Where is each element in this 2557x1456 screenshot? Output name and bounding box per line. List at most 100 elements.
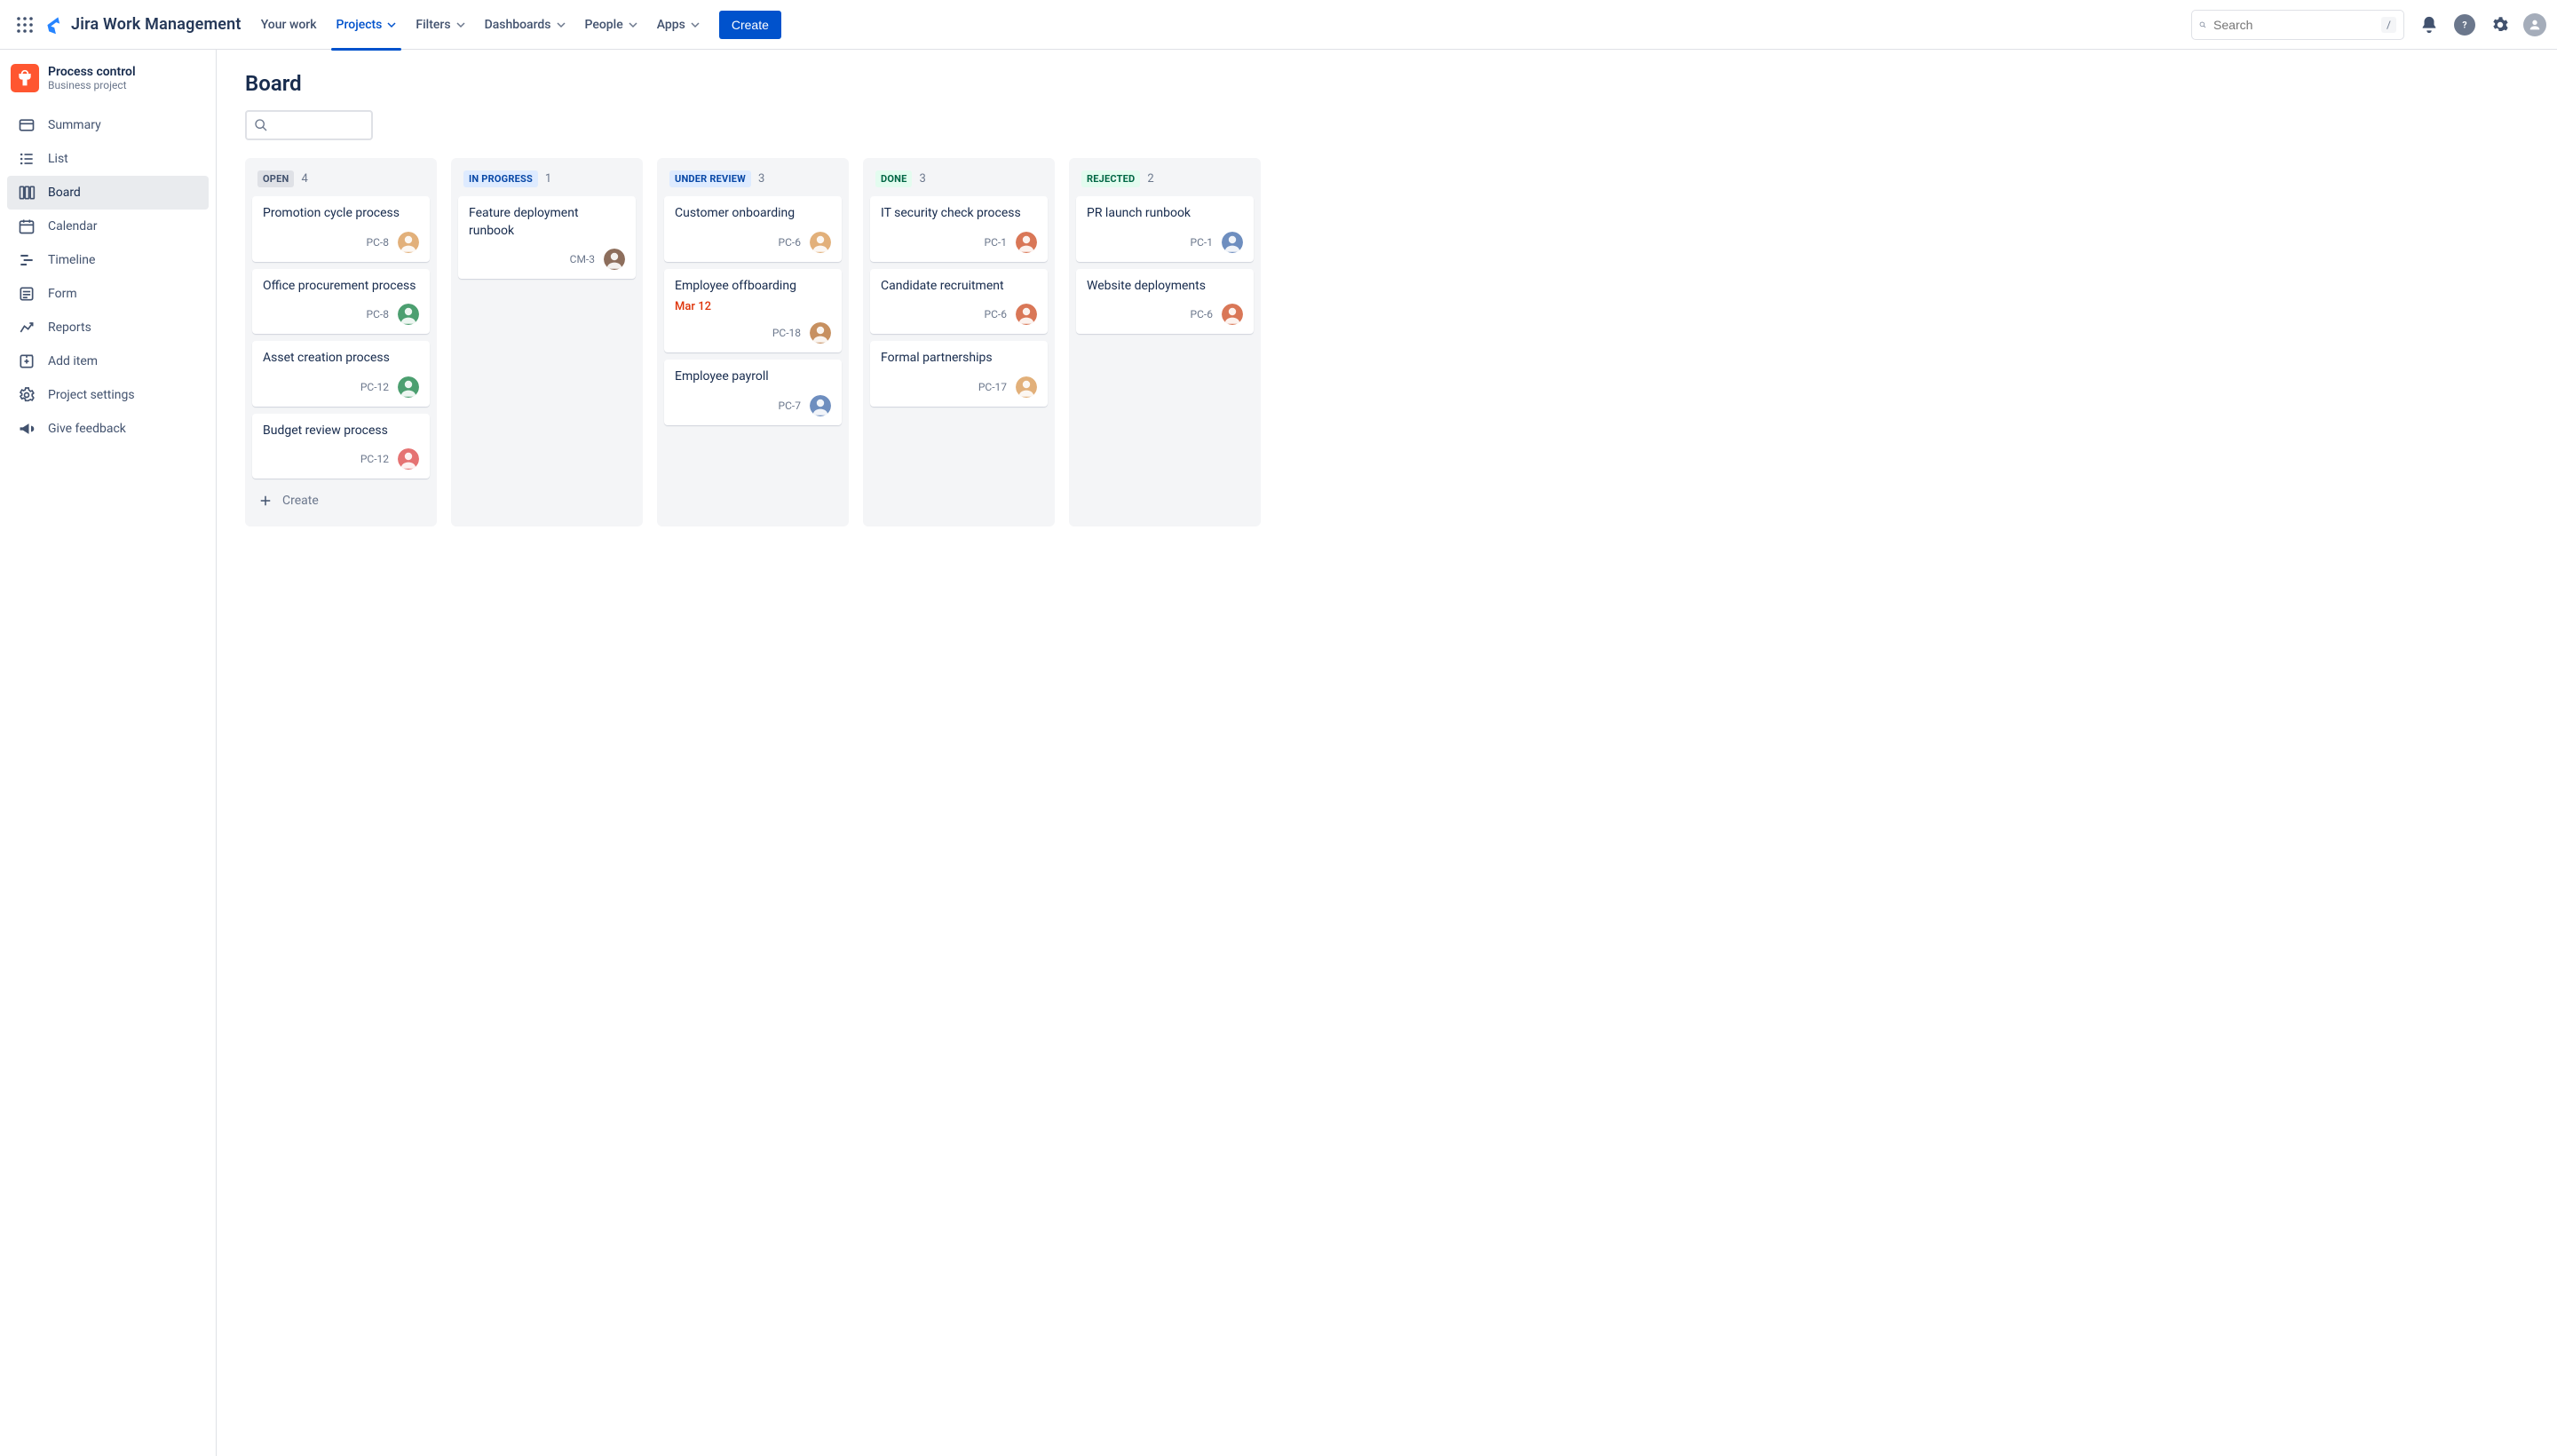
nav-label: Filters [416, 18, 450, 32]
nav-projects[interactable]: Projects [328, 11, 406, 39]
project-icon [11, 64, 39, 92]
sidebar-item-form[interactable]: Form [7, 277, 209, 311]
project-name: Process control [48, 65, 136, 79]
column-count: 3 [919, 172, 925, 186]
issue-card[interactable]: Website deployments PC-6 [1076, 269, 1254, 335]
notifications-icon[interactable] [2418, 14, 2440, 36]
settings-icon[interactable] [2490, 14, 2511, 36]
board-search[interactable] [245, 110, 373, 140]
card-title: Office procurement process [263, 278, 419, 296]
column-header[interactable]: IN PROGRESS 1 [458, 165, 636, 196]
primary-nav: Your work Projects Filters Dashboards Pe… [252, 11, 781, 39]
sidebar-item-add[interactable]: Add item [7, 344, 209, 378]
jira-logo-icon [46, 15, 66, 35]
card-title: Formal partnerships [881, 350, 1037, 368]
column-status-badge: IN PROGRESS [463, 170, 538, 187]
column-status-badge: DONE [875, 170, 912, 187]
page-title: Board [245, 71, 2529, 96]
sidebar-item-settings[interactable]: Project settings [7, 378, 209, 412]
sidebar-item-reports[interactable]: Reports [7, 311, 209, 344]
issue-card[interactable]: Formal partnerships PC-17 [870, 341, 1048, 407]
board-columns: OPEN 4 Promotion cycle process PC-8 Offi… [245, 158, 2529, 526]
column-count: 1 [545, 172, 551, 186]
nav-dashboards[interactable]: Dashboards [476, 11, 574, 39]
product-logo[interactable]: Jira Work Management [46, 15, 241, 35]
create-button[interactable]: Create [719, 11, 781, 39]
nav-people[interactable]: People [576, 11, 646, 39]
issue-card[interactable]: Promotion cycle process PC-8 [252, 196, 430, 262]
add-item-icon [18, 352, 36, 370]
sidebar-item-label: Board [48, 186, 81, 200]
feedback-icon [18, 420, 36, 438]
search-icon [254, 118, 268, 132]
issue-card[interactable]: Employee offboarding Mar 12 PC-18 [664, 269, 842, 353]
issue-card[interactable]: Budget review process PC-12 [252, 414, 430, 479]
plus-icon [257, 493, 273, 509]
global-search-input[interactable] [2213, 18, 2374, 32]
global-search[interactable]: / [2191, 10, 2404, 40]
issue-card[interactable]: Employee payroll PC-7 [664, 360, 842, 425]
chevron-down-icon [691, 20, 700, 29]
list-icon [18, 150, 36, 168]
column-header[interactable]: OPEN 4 [252, 165, 430, 196]
nav-label: People [585, 18, 623, 32]
nav-filters[interactable]: Filters [407, 11, 473, 39]
assignee-avatar [1222, 304, 1243, 325]
issue-card[interactable]: IT security check process PC-1 [870, 196, 1048, 262]
sidebar-item-label: Calendar [48, 219, 98, 233]
column-header[interactable]: UNDER REVIEW 3 [664, 165, 842, 196]
column-count: 2 [1147, 172, 1153, 186]
sidebar-item-summary[interactable]: Summary [7, 108, 209, 142]
form-icon [18, 285, 36, 303]
nav-label: Projects [336, 18, 383, 32]
column-header[interactable]: DONE 3 [870, 165, 1048, 196]
card-issue-key: PC-12 [360, 453, 389, 465]
issue-card[interactable]: Feature deployment runbook CM-3 [458, 196, 636, 279]
issue-card[interactable]: Candidate recruitment PC-6 [870, 269, 1048, 335]
sidebar-item-feedback[interactable]: Give feedback [7, 412, 209, 446]
card-issue-key: PC-6 [779, 236, 801, 249]
sidebar-item-label: Add item [48, 354, 98, 368]
svg-text:?: ? [2462, 19, 2466, 30]
board-search-input[interactable] [268, 119, 364, 132]
nav-label: Apps [657, 18, 685, 32]
assignee-avatar [398, 304, 419, 325]
issue-card[interactable]: PR launch runbook PC-1 [1076, 196, 1254, 262]
nav-apps[interactable]: Apps [648, 11, 709, 39]
assignee-avatar [398, 232, 419, 253]
issue-card[interactable]: Asset creation process PC-12 [252, 341, 430, 407]
card-issue-key: PC-1 [985, 236, 1007, 249]
board-column: UNDER REVIEW 3 Customer onboarding PC-6 … [657, 158, 849, 526]
card-issue-key: PC-1 [1191, 236, 1213, 249]
nav-label: Dashboards [485, 18, 551, 32]
sidebar-item-timeline[interactable]: Timeline [7, 243, 209, 277]
create-issue-button[interactable]: Create [252, 486, 430, 516]
column-header[interactable]: REJECTED 2 [1076, 165, 1254, 196]
top-nav: Jira Work Management Your work Projects … [0, 0, 2557, 50]
main-content: Board OPEN 4 Promotion cycle process PC-… [217, 50, 2557, 1456]
card-title: Asset creation process [263, 350, 419, 368]
sidebar-item-board[interactable]: Board [7, 176, 209, 210]
card-title: Feature deployment runbook [469, 205, 625, 240]
assignee-avatar [1222, 232, 1243, 253]
card-issue-key: CM-3 [570, 253, 595, 265]
sidebar-item-calendar[interactable]: Calendar [7, 210, 209, 243]
help-icon[interactable]: ? [2454, 14, 2475, 36]
profile-avatar[interactable] [2523, 13, 2546, 36]
calendar-icon [18, 218, 36, 235]
create-issue-label: Create [282, 494, 319, 508]
issue-card[interactable]: Customer onboarding PC-6 [664, 196, 842, 262]
column-count: 3 [758, 172, 764, 186]
card-issue-key: PC-6 [1191, 308, 1213, 320]
board-column: IN PROGRESS 1 Feature deployment runbook… [451, 158, 643, 526]
app-switcher-icon[interactable] [11, 11, 39, 39]
sidebar-item-label: Give feedback [48, 422, 126, 436]
card-issue-key: PC-8 [367, 236, 389, 249]
card-title: IT security check process [881, 205, 1037, 223]
issue-card[interactable]: Office procurement process PC-8 [252, 269, 430, 335]
project-header[interactable]: Process control Business project [7, 64, 209, 108]
nav-your-work[interactable]: Your work [252, 11, 326, 39]
assignee-avatar [810, 232, 831, 253]
sidebar-item-list[interactable]: List [7, 142, 209, 176]
board-column: OPEN 4 Promotion cycle process PC-8 Offi… [245, 158, 437, 526]
